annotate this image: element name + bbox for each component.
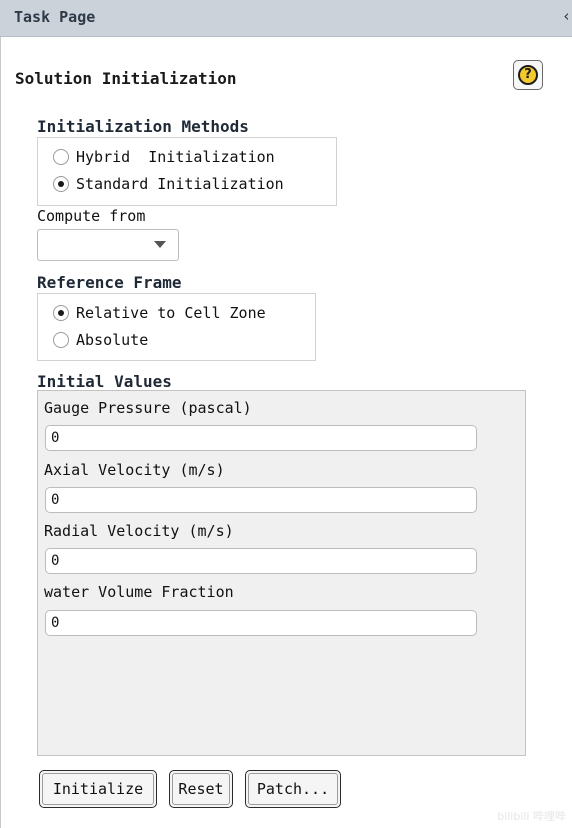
task-page-header: Task Page ‹ — [0, 0, 572, 37]
radio-absolute-indicator[interactable] — [53, 332, 69, 348]
radio-standard-initialization[interactable]: Standard Initialization — [53, 173, 284, 195]
axial-velocity-input[interactable] — [45, 487, 477, 513]
reset-button[interactable]: Reset — [169, 770, 233, 808]
radio-hybrid-label: Hybrid Initialization — [76, 148, 275, 166]
radio-absolute-label: Absolute — [76, 331, 149, 349]
reference-frame-group: Relative to Cell Zone Absolute — [37, 293, 316, 361]
watermark: bilibili 哔哩哔 — [497, 810, 566, 823]
compute-from-label: Compute from — [37, 207, 146, 225]
gauge-pressure-label: Gauge Pressure (pascal) — [44, 399, 252, 417]
initialize-button-label: Initialize — [52, 780, 144, 798]
gauge-pressure-input[interactable] — [45, 425, 477, 451]
collapse-icon[interactable]: ‹ — [562, 7, 572, 25]
radio-absolute[interactable]: Absolute — [53, 329, 148, 351]
reference-frame-label: Reference Frame — [37, 273, 182, 292]
compute-from-dropdown[interactable] — [37, 229, 179, 261]
radio-hybrid-indicator[interactable] — [53, 149, 69, 165]
task-page: Task Page ‹ Solution Initialization ? In… — [0, 0, 572, 828]
water-volume-fraction-input[interactable] — [45, 610, 477, 636]
reset-button-label: Reset — [178, 780, 224, 798]
radio-relative-indicator[interactable] — [53, 305, 69, 321]
initialization-methods-group: Hybrid Initialization Standard Initializ… — [37, 137, 337, 206]
radio-relative-to-cell-zone[interactable]: Relative to Cell Zone — [53, 302, 266, 324]
water-volume-fraction-label: water Volume Fraction — [44, 583, 234, 601]
help-icon: ? — [518, 65, 538, 85]
initialize-button[interactable]: Initialize — [39, 770, 157, 808]
initial-values-panel: Gauge Pressure (pascal) Axial Velocity (… — [37, 390, 526, 756]
patch-button-label: Patch... — [256, 780, 330, 798]
radial-velocity-label: Radial Velocity (m/s) — [44, 522, 234, 540]
initial-values-label: Initial Values — [37, 372, 172, 391]
radio-relative-label: Relative to Cell Zone — [76, 304, 266, 322]
patch-button[interactable]: Patch... — [245, 770, 341, 808]
chevron-down-icon — [154, 241, 166, 248]
task-page-title: Task Page — [14, 8, 96, 26]
radio-hybrid-initialization[interactable]: Hybrid Initialization — [53, 146, 275, 168]
solution-initialization-panel: Solution Initialization ? Initialization… — [0, 37, 572, 828]
radio-standard-indicator[interactable] — [53, 176, 69, 192]
radial-velocity-input[interactable] — [45, 548, 477, 574]
axial-velocity-label: Axial Velocity (m/s) — [44, 461, 225, 479]
initialization-methods-label: Initialization Methods — [37, 117, 249, 136]
help-button[interactable]: ? — [513, 60, 543, 90]
radio-standard-label: Standard Initialization — [76, 175, 284, 193]
section-title: Solution Initialization — [15, 69, 237, 88]
